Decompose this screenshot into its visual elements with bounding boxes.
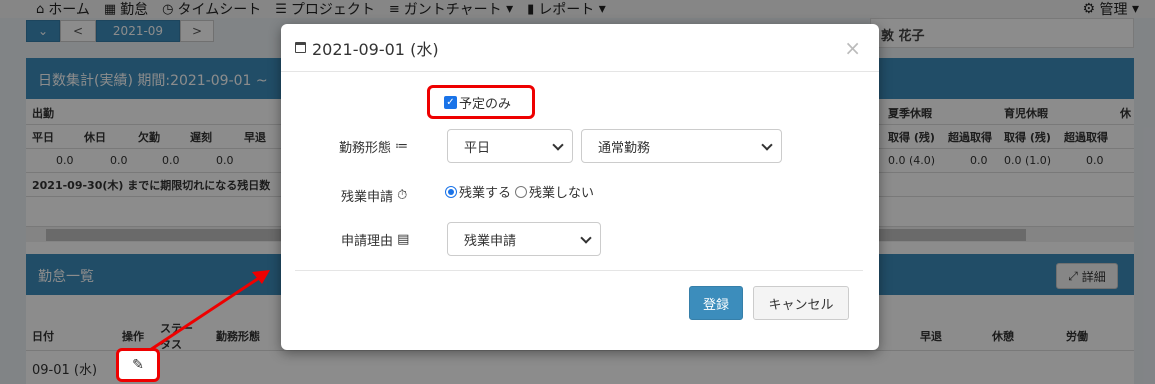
pencil-icon: ✎ [132, 357, 144, 373]
plan-only-checkbox-highlight: ✓ 予定のみ [427, 85, 535, 119]
plan-only-checkbox[interactable]: ✓ [444, 95, 457, 109]
cancel-button[interactable]: キャンセル [753, 286, 849, 320]
timer-icon: ⏱ [397, 188, 408, 203]
overtime-no-radio[interactable] [515, 185, 528, 198]
chevron-down-icon [580, 232, 592, 244]
reason-select[interactable]: 残業申請 [447, 222, 601, 256]
chevron-down-icon [552, 139, 564, 151]
work-type-label: 勤務形態 ≔ [339, 139, 409, 156]
modal-divider [295, 270, 863, 271]
overtime-yes-radio[interactable] [445, 185, 457, 198]
close-button[interactable]: × [844, 36, 861, 60]
calendar-icon [295, 42, 306, 53]
message-icon: ▤ [397, 232, 410, 247]
chevron-down-icon [761, 139, 773, 151]
attendance-edit-modal: 2021-09-01 (水) × ✓ 予定のみ 勤務形態 ≔ 平日 通常勤務 残… [281, 24, 879, 350]
overtime-no-label: 残業しない [529, 186, 595, 201]
work-type-select[interactable]: 平日 [447, 129, 573, 163]
submit-button[interactable]: 登録 [689, 286, 743, 320]
modal-title: 2021-09-01 (水) [295, 36, 439, 60]
overtime-yes-label: 残業する [459, 186, 512, 201]
list-icon: ≔ [395, 139, 409, 154]
overtime-label: 残業申請 ⏱ [341, 188, 408, 205]
reason-label: 申請理由 ▤ [341, 232, 410, 249]
work-pattern-select[interactable]: 通常勤務 [581, 129, 782, 163]
overtime-radio-group: 残業する 残業しない [445, 182, 594, 201]
plan-only-label: 予定のみ [459, 96, 512, 112]
edit-button[interactable]: ✎ [116, 348, 160, 382]
modal-header: 2021-09-01 (水) × [281, 24, 879, 72]
